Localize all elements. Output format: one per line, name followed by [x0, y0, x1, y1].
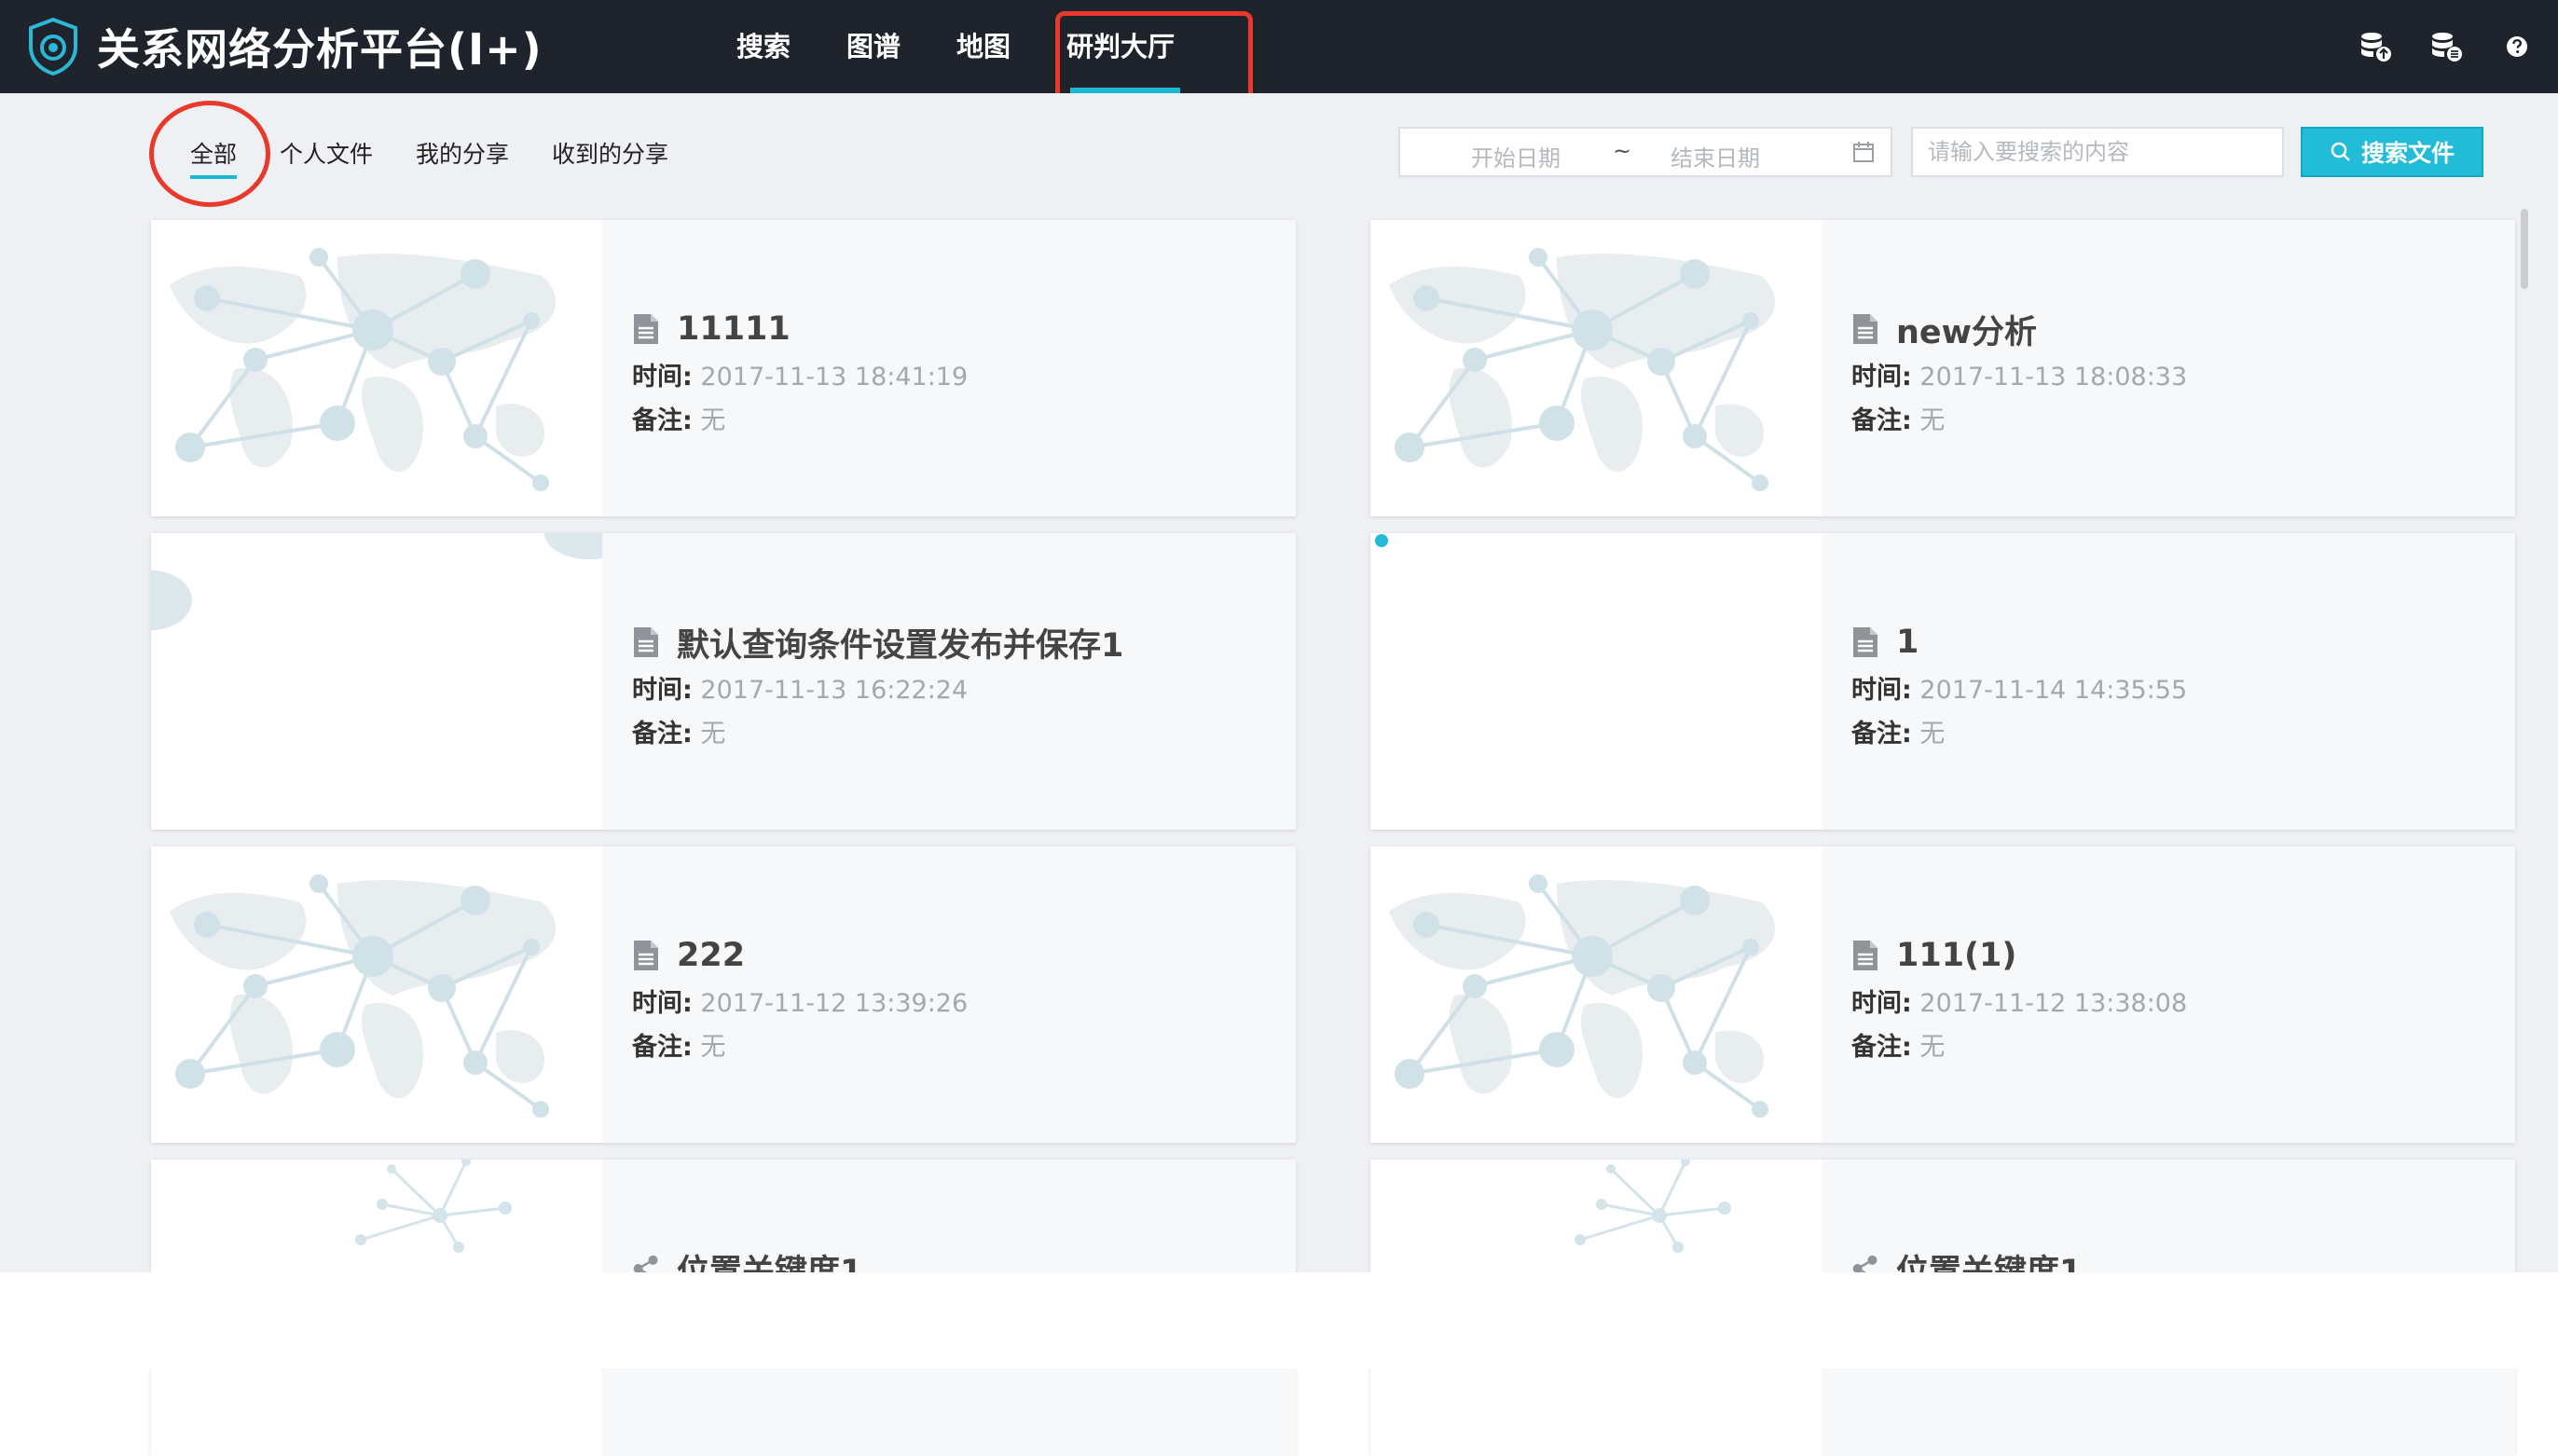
scrollbar-thumb[interactable]: [2521, 209, 2528, 289]
time-value: 2017-11-12 13:39:26: [700, 989, 969, 1018]
database-upload-icon[interactable]: [2357, 28, 2394, 65]
card-info: 111(1) 时间: 2017-11-12 13:38:08 备注: 无: [1851, 936, 2187, 1063]
time-label: 时间:: [632, 989, 693, 1018]
calendar-icon[interactable]: [1851, 140, 1876, 164]
card-remark: 备注: 无: [1851, 713, 2187, 749]
card-title: 默认查询条件设置发布并保存1: [677, 626, 1124, 665]
card-title: 111(1): [1896, 937, 2017, 974]
search-files-button[interactable]: 搜索文件: [2301, 127, 2483, 177]
search-button-label: 搜索文件: [2360, 140, 2455, 167]
start-date-field[interactable]: 开始日期: [1471, 140, 1561, 172]
card-info: 1 时间: 2017-11-14 14:35:55 备注: 无: [1851, 623, 2187, 749]
remark-value: 无: [700, 720, 726, 749]
card-title-row: 111(1): [1851, 936, 2187, 975]
shield-eye-logo-icon: [29, 17, 77, 76]
file-icon: [1853, 314, 1877, 344]
file-icon: [1853, 941, 1877, 970]
time-label: 时间:: [1851, 363, 1912, 391]
card-thumbnail: [151, 533, 602, 830]
file-icon: [634, 627, 658, 657]
card-remark: 备注: 无: [1851, 1026, 2187, 1063]
file-icon: [1853, 627, 1877, 657]
file-card[interactable]: 默认查询条件设置发布并保存1 时间: 2017-11-13 16:22:24 备注…: [151, 533, 1296, 830]
time-value: 2017-11-13 16:22:24: [700, 676, 969, 705]
card-time: 时间: 2017-11-14 14:35:55: [1851, 669, 2187, 706]
remark-label: 备注:: [1851, 406, 1912, 435]
remark-label: 备注:: [632, 1033, 693, 1062]
card-thumbnail: [1370, 220, 1822, 516]
card-time: 时间: 2017-11-12 13:38:08: [1851, 982, 2187, 1019]
card-title-row: new分析: [1851, 309, 2187, 351]
card-title: 11111: [677, 310, 791, 348]
file-icon: [634, 941, 658, 970]
card-remark: 备注: 无: [632, 713, 1123, 749]
date-range-picker[interactable]: 开始日期 ~ 结束日期: [1398, 127, 1892, 177]
card-title: 222: [677, 937, 746, 974]
top-icon-group: [2323, 28, 2536, 65]
search-input[interactable]: [1911, 127, 2284, 177]
card-thumbnail: [151, 846, 602, 1143]
tab-my-shares[interactable]: 我的分享: [416, 136, 509, 170]
date-separator: ~: [1613, 138, 1632, 164]
nav-item-search[interactable]: 搜索: [736, 0, 791, 93]
card-info: 222 时间: 2017-11-12 13:39:26 备注: 无: [632, 936, 968, 1063]
end-date-field[interactable]: 结束日期: [1671, 140, 1760, 172]
time-value: 2017-11-13 18:08:33: [1919, 363, 2188, 391]
card-title-row: 默认查询条件设置发布并保存1: [632, 623, 1123, 665]
card-time: 时间: 2017-11-13 16:22:24: [632, 669, 1123, 706]
nav-item-map[interactable]: 地图: [956, 0, 1011, 93]
remark-label: 备注:: [1851, 1033, 1912, 1062]
file-icon: [634, 314, 658, 344]
time-label: 时间:: [1851, 676, 1912, 705]
annotation-highlight-circle: [149, 101, 270, 207]
file-card[interactable]: 11111 时间: 2017-11-13 18:41:19 备注: 无: [151, 220, 1296, 516]
remark-value: 无: [1919, 406, 1946, 435]
tab-personal-files[interactable]: 个人文件: [280, 136, 373, 170]
card-title-row: 11111: [632, 309, 968, 349]
file-card[interactable]: 222 时间: 2017-11-12 13:39:26 备注: 无: [151, 846, 1296, 1143]
time-value: 2017-11-14 14:35:55: [1919, 676, 2188, 705]
help-icon[interactable]: [2498, 28, 2536, 65]
time-value: 2017-11-12 13:38:08: [1919, 989, 2188, 1018]
scrollbar[interactable]: [2519, 209, 2530, 1272]
app-title: 关系网络分析平台(I+): [97, 24, 543, 75]
card-remark: 备注: 无: [1851, 400, 2187, 436]
database-list-icon[interactable]: [2427, 28, 2465, 65]
card-remark: 备注: 无: [632, 400, 968, 436]
file-card[interactable]: 111(1) 时间: 2017-11-12 13:38:08 备注: 无: [1370, 846, 2515, 1143]
time-label: 时间:: [1851, 989, 1912, 1018]
card-remark: 备注: 无: [632, 1026, 968, 1063]
card-info: 11111 时间: 2017-11-13 18:41:19 备注: 无: [632, 309, 968, 436]
card-title-row: 222: [632, 936, 968, 975]
file-card[interactable]: 1 时间: 2017-11-14 14:35:55 备注: 无: [1370, 533, 2515, 830]
remark-value: 无: [700, 406, 726, 435]
search-icon: [2331, 142, 2350, 161]
time-label: 时间:: [632, 676, 693, 705]
card-time: 时间: 2017-11-13 18:08:33: [1851, 356, 2187, 392]
card-info: 默认查询条件设置发布并保存1 时间: 2017-11-13 16:22:24 备注…: [632, 623, 1123, 749]
file-card[interactable]: new分析 时间: 2017-11-13 18:08:33 备注: 无: [1370, 220, 2515, 516]
card-time: 时间: 2017-11-13 18:41:19: [632, 356, 968, 392]
remark-label: 备注:: [632, 720, 693, 749]
remark-value: 无: [1919, 720, 1946, 749]
remark-value: 无: [700, 1033, 726, 1062]
card-thumbnail: [1370, 533, 1822, 830]
card-thumbnail: [1370, 846, 1822, 1143]
card-title-row: 1: [1851, 623, 2187, 662]
remark-value: 无: [1919, 1033, 1946, 1062]
card-title: 1: [1896, 624, 1919, 661]
card-thumbnail: [151, 220, 602, 516]
card-title: new分析: [1896, 313, 2037, 351]
tab-received-shares[interactable]: 收到的分享: [552, 136, 668, 170]
top-nav-bar: 关系网络分析平台(I+) 搜索 图谱 地图 研判大厅: [0, 0, 2558, 93]
nav-item-graph[interactable]: 图谱: [846, 0, 901, 93]
time-value: 2017-11-13 18:41:19: [700, 363, 969, 391]
card-time: 时间: 2017-11-12 13:39:26: [632, 982, 968, 1019]
time-label: 时间:: [632, 363, 693, 391]
page-footer-blank: [0, 1272, 2558, 1368]
card-info: new分析 时间: 2017-11-13 18:08:33 备注: 无: [1851, 309, 2187, 436]
brand[interactable]: 关系网络分析平台(I+): [26, 15, 543, 78]
remark-label: 备注:: [632, 406, 693, 435]
remark-label: 备注:: [1851, 720, 1912, 749]
